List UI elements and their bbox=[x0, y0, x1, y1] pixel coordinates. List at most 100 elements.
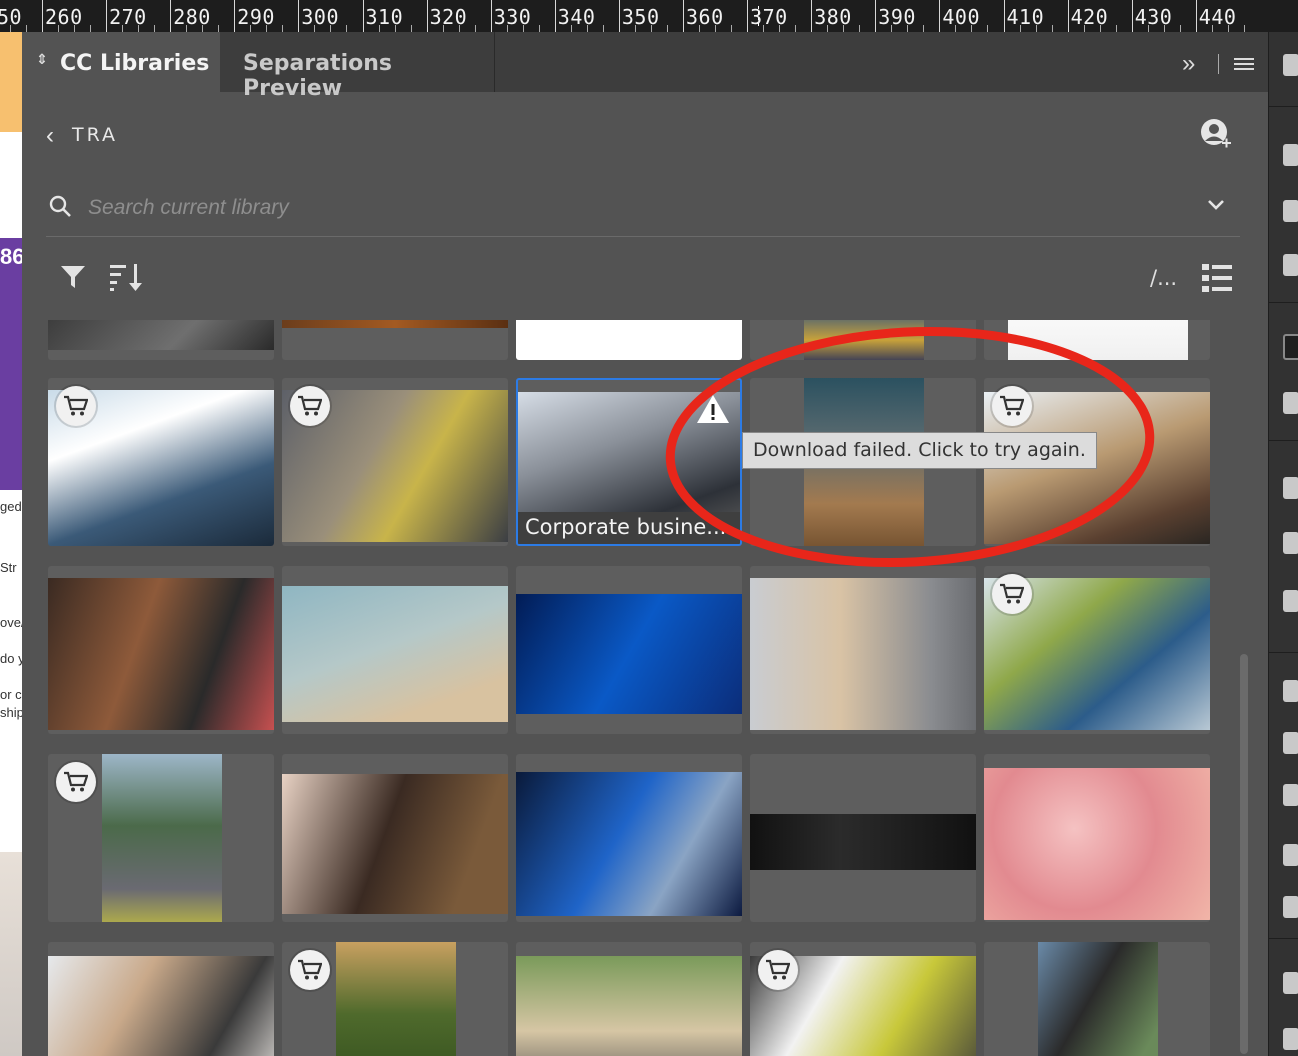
asset-tile[interactable] bbox=[48, 566, 274, 734]
cart-icon[interactable] bbox=[56, 386, 96, 426]
ruler-label: 380 bbox=[814, 5, 852, 29]
sort-icon[interactable] bbox=[110, 262, 144, 292]
asset-tile[interactable] bbox=[516, 754, 742, 922]
library-name[interactable]: TRA bbox=[72, 124, 118, 146]
ruler-tick bbox=[875, 0, 877, 32]
ruler-label: 420 bbox=[1070, 5, 1109, 29]
dock-icon[interactable] bbox=[1283, 477, 1298, 499]
dock-icon-active[interactable] bbox=[1283, 334, 1298, 360]
asset-tile[interactable] bbox=[48, 942, 274, 1056]
asset-thumbnail bbox=[282, 774, 508, 914]
asset-tile[interactable] bbox=[984, 754, 1210, 922]
text-fragment: Str bbox=[0, 560, 17, 575]
asset-tile[interactable] bbox=[48, 754, 274, 922]
text-fragment: ove/ bbox=[0, 615, 22, 630]
dock-icon[interactable] bbox=[1283, 784, 1298, 806]
asset-thumbnail bbox=[48, 320, 274, 350]
double-chevron-right-icon[interactable]: » bbox=[1182, 50, 1195, 78]
purple-block: 86 bbox=[0, 238, 22, 490]
asset-tile[interactable] bbox=[750, 566, 976, 734]
tab-cc-libraries[interactable]: ⇕ CC Libraries bbox=[22, 32, 220, 92]
asset-tile[interactable] bbox=[984, 942, 1210, 1056]
ruler-tick bbox=[106, 0, 108, 32]
document-image bbox=[0, 852, 22, 1056]
asset-thumbnail bbox=[750, 578, 976, 730]
asset-tile[interactable] bbox=[282, 754, 508, 922]
ruler-label: 310 bbox=[365, 5, 404, 29]
dock-icon[interactable] bbox=[1283, 972, 1298, 994]
asset-thumbnail bbox=[804, 320, 924, 360]
ruler-cursor-marker bbox=[758, 6, 759, 26]
dock-icon[interactable] bbox=[1283, 590, 1298, 612]
asset-thumbnail bbox=[1038, 942, 1158, 1056]
ruler-tick bbox=[1195, 0, 1197, 32]
dock-icon[interactable] bbox=[1283, 532, 1298, 554]
asset-tile[interactable] bbox=[750, 320, 976, 360]
asset-thumbnail bbox=[48, 578, 274, 730]
list-view-icon[interactable] bbox=[1202, 264, 1232, 292]
tab-label: CC Libraries bbox=[60, 51, 210, 76]
ruler-label: 390 bbox=[878, 5, 916, 29]
cart-icon[interactable] bbox=[992, 574, 1032, 614]
asset-tile[interactable] bbox=[48, 320, 274, 360]
dock-icon[interactable] bbox=[1283, 732, 1298, 754]
right-panel-dock bbox=[1268, 32, 1298, 1056]
scrollbar[interactable] bbox=[1240, 654, 1248, 1054]
dock-icon[interactable] bbox=[1283, 54, 1298, 76]
purple-number: 86 bbox=[0, 244, 22, 269]
panel-collapse-icon[interactable]: ⇕ bbox=[36, 52, 48, 68]
dock-icon[interactable] bbox=[1283, 200, 1298, 222]
asset-tile[interactable] bbox=[516, 320, 742, 360]
cart-icon[interactable] bbox=[290, 950, 330, 990]
asset-tile[interactable] bbox=[516, 566, 742, 734]
path-label[interactable]: /... bbox=[1150, 266, 1177, 290]
horizontal-ruler[interactable]: 50 260 270 280 290 300 310 320 330 340 350 360 370 38… bbox=[0, 0, 1298, 32]
asset-tile[interactable] bbox=[48, 378, 274, 546]
asset-tile[interactable] bbox=[750, 942, 976, 1056]
asset-tile[interactable] bbox=[516, 942, 742, 1056]
asset-tile[interactable] bbox=[282, 566, 508, 734]
warning-icon[interactable] bbox=[696, 394, 730, 429]
filter-icon[interactable] bbox=[60, 264, 86, 290]
cart-icon[interactable] bbox=[290, 386, 330, 426]
ruler-label: 280 bbox=[173, 5, 211, 29]
dock-icon[interactable] bbox=[1283, 680, 1298, 702]
search-icon bbox=[49, 195, 71, 217]
cart-icon[interactable] bbox=[56, 762, 96, 802]
asset-tile[interactable] bbox=[984, 566, 1210, 734]
asset-tile[interactable] bbox=[984, 320, 1210, 360]
cart-icon[interactable] bbox=[992, 386, 1032, 426]
ruler-label: 440 bbox=[1198, 5, 1237, 29]
dock-icon[interactable] bbox=[1283, 844, 1298, 866]
asset-tile[interactable] bbox=[282, 942, 508, 1056]
tab-separations-preview[interactable]: Separations Preview bbox=[220, 32, 495, 101]
ruler-tick bbox=[426, 0, 428, 32]
asset-tile[interactable] bbox=[282, 320, 508, 360]
asset-tile[interactable]: Corporate busine... bbox=[516, 378, 742, 546]
ruler-tick bbox=[811, 0, 813, 32]
dock-icon[interactable] bbox=[1283, 1028, 1298, 1050]
chevron-down-icon[interactable] bbox=[1206, 194, 1226, 214]
search-input[interactable] bbox=[86, 192, 1090, 224]
download-failed-tooltip[interactable]: Download failed. Click to try again. bbox=[742, 432, 1097, 469]
ruler-label: 370 bbox=[750, 5, 788, 29]
ruler-label: 270 bbox=[109, 5, 147, 29]
document-canvas-edge: 86 ged Str ove/ do y or c ship bbox=[0, 32, 22, 1056]
hamburger-icon[interactable] bbox=[1234, 58, 1254, 72]
cart-icon[interactable] bbox=[758, 950, 798, 990]
ruler-tick bbox=[554, 0, 556, 32]
asset-tile[interactable] bbox=[282, 378, 508, 546]
add-user-icon[interactable] bbox=[1200, 118, 1232, 150]
asset-grid: Corporate busine... bbox=[22, 320, 1268, 1056]
dock-icon[interactable] bbox=[1283, 392, 1298, 414]
dock-icon[interactable] bbox=[1283, 144, 1298, 166]
asset-thumbnail bbox=[516, 594, 742, 714]
asset-thumbnail bbox=[984, 768, 1210, 920]
ruler-label: 330 bbox=[493, 5, 532, 29]
asset-tile[interactable] bbox=[750, 754, 976, 922]
chevron-left-icon[interactable]: ‹ bbox=[46, 122, 54, 150]
asset-thumbnail bbox=[336, 942, 456, 1056]
dock-icon[interactable] bbox=[1283, 896, 1298, 918]
ruler-tick bbox=[618, 0, 620, 32]
dock-icon[interactable] bbox=[1283, 254, 1298, 276]
